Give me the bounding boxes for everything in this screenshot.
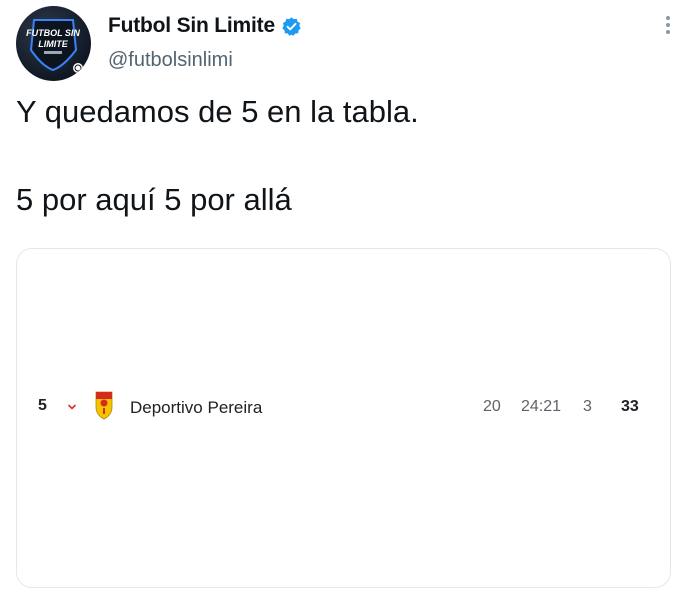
points: 33 [621, 398, 639, 415]
table-row[interactable]: 5 Deportivo Pereira 20 24:21 3 33 [17, 389, 670, 425]
verified-badge-icon [281, 16, 302, 37]
tweet-text-line2: 5 por aquí 5 por allá [16, 182, 292, 217]
standings-card[interactable]: 5 Deportivo Pereira 20 24:21 3 33 [16, 248, 671, 588]
more-vertical-icon[interactable] [665, 16, 671, 38]
chevron-down-icon [67, 399, 77, 410]
avatar-logo-line2: LIMITE [38, 39, 68, 49]
team-crest-icon [93, 389, 115, 421]
avatar-logo-icon: FUTBOL SIN LIMITE [26, 19, 83, 73]
goal-difference: 3 [583, 398, 592, 415]
avatar[interactable]: FUTBOL SIN LIMITE [16, 6, 91, 81]
name-row: Futbol Sin Limite [108, 14, 302, 38]
matches-played: 20 [483, 398, 501, 415]
tweet-text-line1: Y quedamos de 5 en la tabla. [16, 94, 419, 129]
position: 5 [38, 397, 47, 414]
display-name[interactable]: Futbol Sin Limite [108, 14, 275, 38]
avatar-logo-line1: FUTBOL SIN [26, 28, 80, 38]
handle[interactable]: @futbolsinlimi [108, 49, 233, 72]
team-name[interactable]: Deportivo Pereira [130, 398, 262, 418]
goals-for-against: 24:21 [521, 398, 562, 415]
